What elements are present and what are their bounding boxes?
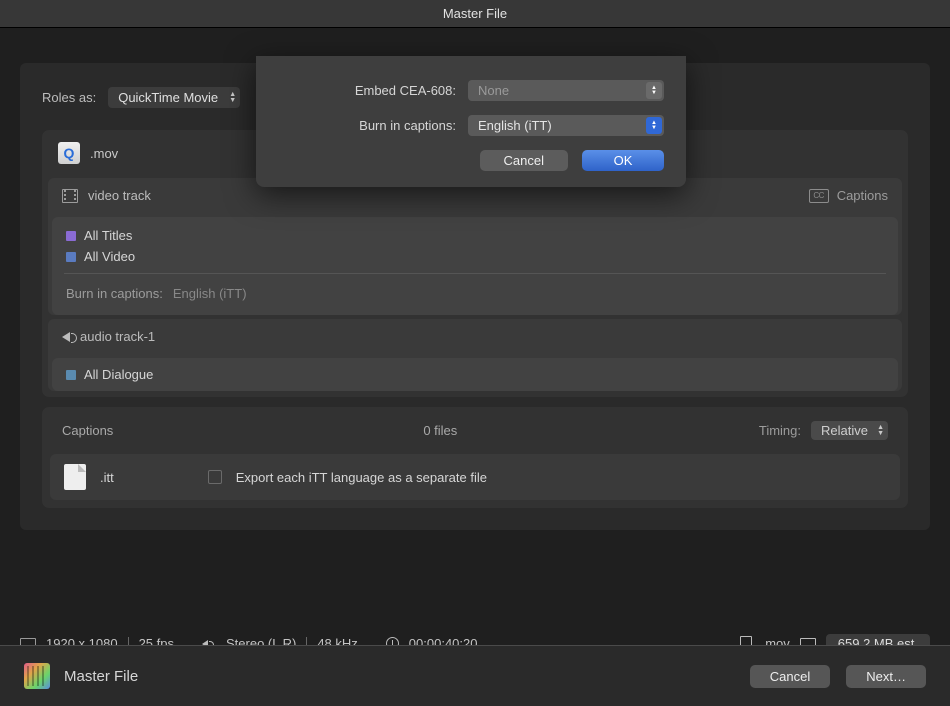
quicktime-icon: Q [58,142,80,164]
captions-file-count: 0 files [423,423,457,438]
audio-track-box: audio track-1 All Dialogue [48,319,902,391]
main-area: Roles as: QuickTime Movie ▲▼ Q .mov vide… [0,28,950,706]
divider [64,273,886,274]
dialog-buttons: Cancel OK [278,150,664,171]
caption-dialog: Embed CEA-608: None ▲▼ Burn in captions:… [256,56,686,187]
chevron-updown-icon: ▲▼ [646,117,662,134]
role-color-chip [66,370,76,380]
burn-in-value: English (iTT) [173,286,247,301]
window-title: Master File [0,0,950,28]
timing-group: Timing: Relative ▲▼ [759,421,888,440]
role-name: All Dialogue [84,367,153,382]
audio-track-label: audio track-1 [80,329,155,344]
embed-cea608-label: Embed CEA-608: [355,83,456,98]
timing-label: Timing: [759,423,801,438]
audio-track-header: audio track-1 [48,319,902,354]
role-item-dialogue[interactable]: All Dialogue [52,364,898,385]
footer-title: Master File [64,668,138,685]
itt-row: .itt Export each iTT language as a separ… [50,454,900,500]
burn-in-label: Burn in captions: [66,286,163,301]
captions-label: Captions [62,423,113,438]
file-icon [64,464,86,490]
role-item-titles[interactable]: All Titles [52,225,898,246]
film-icon [62,189,78,203]
captions-block: Captions 0 files Timing: Relative ▲▼ .it… [42,407,908,508]
video-roles-list: All Titles All Video Burn in captions: E… [52,217,898,315]
speaker-icon [62,332,70,342]
captions-header: Captions 0 files Timing: Relative ▲▼ [46,411,904,450]
role-item-video[interactable]: All Video [52,246,898,267]
next-button[interactable]: Next… [846,665,926,688]
master-file-icon [24,663,50,689]
role-color-chip [66,252,76,262]
footer-bar: Master File Cancel Next… [0,645,950,706]
export-separate-checkbox[interactable] [208,470,222,484]
roles-as-select-wrap: QuickTime Movie ▲▼ [108,87,240,108]
itt-filename: .itt [100,470,114,485]
roles-as-label: Roles as: [42,90,96,105]
export-separate-label: Export each iTT language as a separate f… [236,470,487,485]
dialog-ok-button[interactable]: OK [582,150,664,171]
captions-icon: CC [809,189,829,203]
audio-roles-list: All Dialogue [52,358,898,391]
cancel-button[interactable]: Cancel [750,665,830,688]
dialog-cancel-button[interactable]: Cancel [480,150,568,171]
video-track-label: video track [88,188,151,203]
burn-in-row: Burn in captions: English (iTT) [52,280,898,307]
chevron-updown-icon: ▲▼ [646,82,662,99]
burn-captions-label: Burn in captions: [359,118,456,133]
container-filename: .mov [90,146,118,161]
video-track-box: video track CC Captions All Titles All V… [48,178,902,315]
embed-row: Embed CEA-608: None ▲▼ [278,80,664,101]
timing-select[interactable]: Relative [811,421,888,440]
role-color-chip [66,231,76,241]
captions-button-label[interactable]: Captions [837,188,888,203]
role-name: All Titles [84,228,132,243]
burn-row: Burn in captions: English (iTT) ▲▼ [278,115,664,136]
embed-cea608-select[interactable]: None [468,80,664,101]
roles-as-select[interactable]: QuickTime Movie [108,87,240,108]
role-name: All Video [84,249,135,264]
burn-captions-select[interactable]: English (iTT) [468,115,664,136]
